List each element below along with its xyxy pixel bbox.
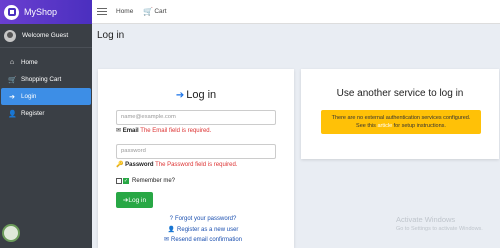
login-icon: ➔ [9,93,15,101]
check-icon: ✓ [123,178,129,184]
email-field[interactable]: name@example.com [116,110,276,125]
user-greeting: Welcome Guest [22,32,69,39]
brand-logo-icon [4,4,19,20]
email-label: Email [122,128,139,134]
sign-in-icon: ➔ [175,90,185,101]
top-navbar: Home 🛒 Cart [92,0,500,24]
brand-header[interactable]: MyShop [0,0,92,24]
user-panel: Welcome Guest [0,24,92,48]
password-error: The Password field is required. [155,162,238,168]
sidebar-item-label: Home [21,59,38,66]
login-button[interactable]: ➔ Log in [116,192,153,208]
sidebar: MyShop Welcome Guest ⌂ Home 🛒 Shopping C… [0,0,92,248]
user-plus-icon: 👤 [8,110,17,118]
remember-label: Remember me? [132,178,176,184]
password-validation: 🔑 Password The Password field is require… [116,161,237,168]
question-circle-icon: ? [169,216,173,222]
sidebar-nav: ⌂ Home 🛒 Shopping Cart ➔ Login 👤 Registe… [0,48,92,122]
cart-icon: 🛒 [8,76,17,84]
resend-confirmation-link[interactable]: ✉ Resend email confirmation [158,236,248,244]
remember-checkbox[interactable] [116,178,122,184]
top-nav-cart-link[interactable]: 🛒 Cart [143,7,166,16]
sidebar-item-shopping-cart[interactable]: 🛒 Shopping Cart [1,71,91,88]
sidebar-item-label: Shopping Cart [21,76,62,83]
alert-line-1: There are no external authentication ser… [331,115,471,121]
sidebar-item-register[interactable]: 👤 Register [1,105,91,122]
password-label: Password [125,162,154,168]
password-field[interactable]: password [116,144,276,159]
brand-name: MyShop [24,7,58,17]
article-link[interactable]: article [377,123,392,129]
sidebar-item-home[interactable]: ⌂ Home [1,54,91,71]
sidebar-item-label: Login [21,93,37,100]
email-validation: ✉ Email The Email field is required. [116,127,211,134]
top-nav-home-link[interactable]: Home [116,8,133,15]
no-external-services-alert: There are no external authentication ser… [321,110,481,134]
external-login-card: Use another service to log in There are … [301,69,499,159]
key-icon: 🔑 [116,162,124,168]
alert-line-2: See this article for setup instructions. [356,123,446,129]
hamburger-menu-icon[interactable] [97,7,107,17]
corner-logo-icon [2,224,20,242]
avatar [4,29,16,42]
login-heading: ➔ Log in [175,89,217,101]
login-card: ➔ Log in name@example.com ✉ Email The Ema… [98,69,294,248]
email-error: The Email field is required. [140,128,212,134]
house-icon: ⌂ [9,59,15,66]
register-link[interactable]: 👤 Register as a new user [158,226,248,234]
remember-me[interactable]: ✓ Remember me? [116,178,175,184]
external-login-title: Use another service to log in [336,88,464,99]
sidebar-item-login[interactable]: ➔ Login [1,88,91,105]
forgot-password-link[interactable]: ? Forgot your password? [158,216,248,222]
activate-windows-title: Activate Windows [396,215,456,224]
envelope-icon: ✉ [116,128,122,134]
cart-icon: 🛒 [143,7,154,16]
activate-windows-subtitle: Go to Settings to activate Windows. [396,226,483,232]
sidebar-item-label: Register [21,110,45,117]
envelope-icon: ✉ [163,237,169,243]
user-plus-icon: 👤 [167,227,176,233]
page-title: Log in [97,30,125,41]
